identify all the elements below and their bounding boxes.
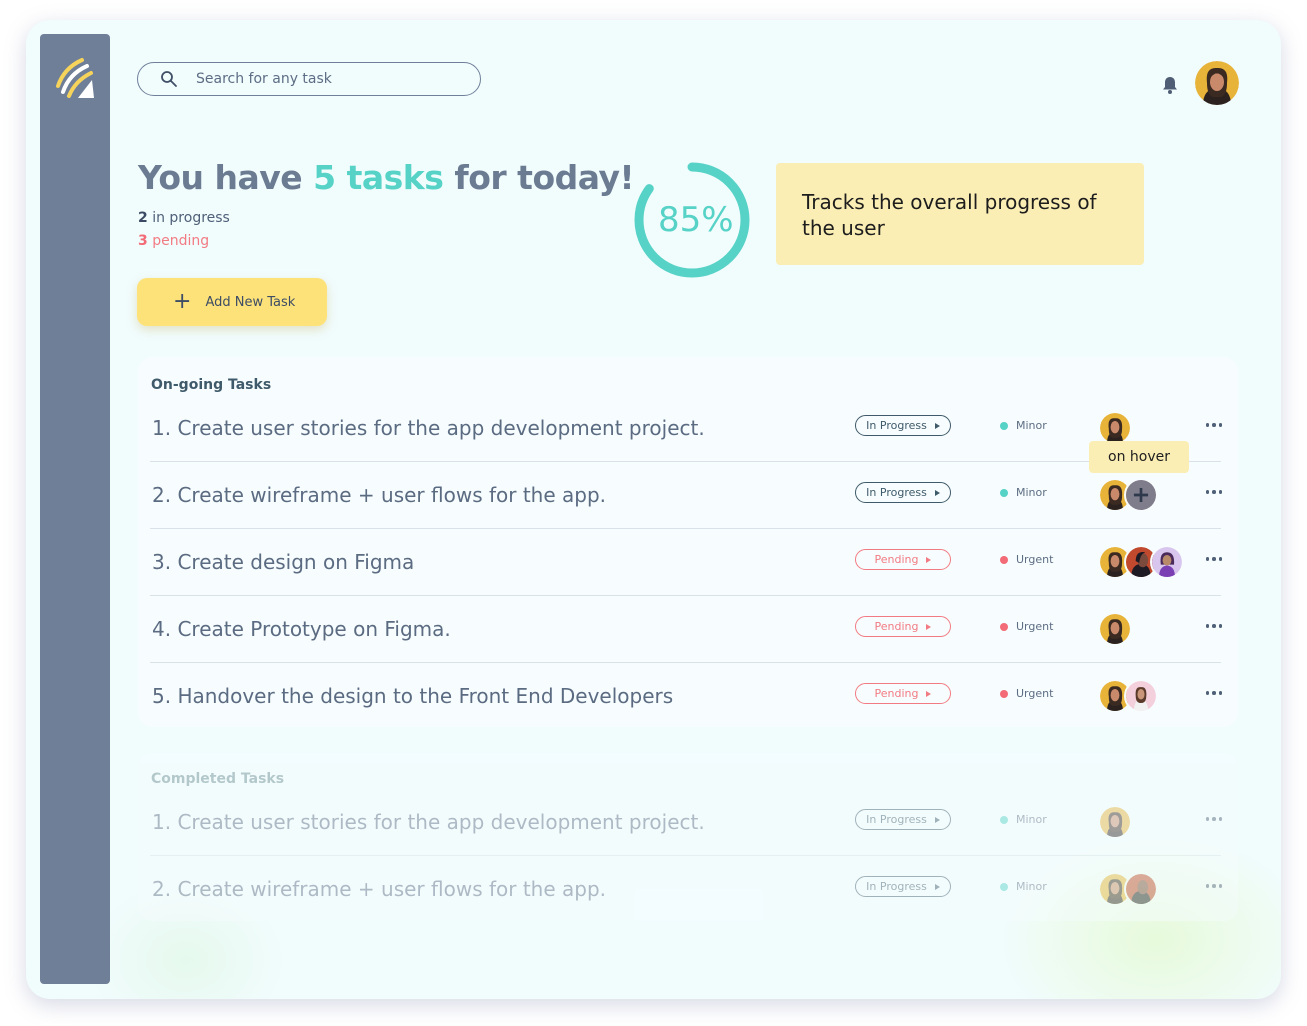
logo-icon[interactable] <box>54 56 96 100</box>
assignee-avatars[interactable] <box>1098 411 1132 445</box>
assignee-avatars[interactable] <box>1098 545 1184 579</box>
completed-tasks-card: Completed Tasks 1. Create user stories f… <box>138 753 1238 921</box>
caret-right-icon <box>926 623 932 630</box>
avatar[interactable] <box>1124 679 1158 713</box>
add-assignee-icon[interactable] <box>1124 478 1158 512</box>
task-count-highlight: 5 tasks <box>313 158 444 197</box>
user-avatar[interactable] <box>1195 61 1239 105</box>
more-dots-icon[interactable] <box>1202 812 1226 826</box>
plus-icon: + <box>173 289 192 314</box>
status-badge[interactable]: Pending <box>855 616 951 637</box>
more-dots-icon[interactable] <box>1202 552 1226 566</box>
ongoing-tasks-card: On-going Tasks 1. Create user stories fo… <box>138 357 1238 727</box>
task-title: 1. Create user stories for the app devel… <box>152 416 705 440</box>
ongoing-tasks-title: On-going Tasks <box>151 377 272 393</box>
assignee-avatars[interactable] <box>1098 478 1158 512</box>
task-row[interactable]: 5. Handover the design to the Front End … <box>150 663 1223 730</box>
bell-icon[interactable] <box>1161 75 1179 95</box>
task-title: 3. Create design on Figma <box>152 550 415 574</box>
task-row[interactable]: 4. Create Prototype on Figma. Pending Ur… <box>150 596 1223 663</box>
priority-label: Minor <box>1000 813 1047 826</box>
avatar[interactable] <box>1098 612 1132 646</box>
priority-label: Urgent <box>1000 620 1053 633</box>
priority-label: Minor <box>1000 486 1047 499</box>
task-title: 1. Create user stories for the app devel… <box>152 810 705 834</box>
status-badge[interactable]: In Progress <box>855 482 951 503</box>
task-title: 2. Create wireframe + user flows for the… <box>152 877 607 901</box>
more-dots-icon[interactable] <box>1202 485 1226 499</box>
hover-tooltip: on hover <box>1089 441 1189 473</box>
status-badge[interactable]: In Progress <box>855 809 951 830</box>
more-dots-icon[interactable] <box>1202 879 1226 893</box>
priority-label: Urgent <box>1000 687 1053 700</box>
task-row[interactable]: 1. Create user stories for the app devel… <box>150 395 1223 462</box>
progress-annotation: Tracks the overall progress of the user <box>776 163 1144 265</box>
task-title: 2. Create wireframe + user flows for the… <box>152 483 607 507</box>
caret-right-icon <box>934 422 940 429</box>
task-row[interactable]: 2. Create wireframe + user flows for the… <box>150 462 1223 529</box>
app-window: You have 5 tasks for today! 2 in progres… <box>26 20 1281 999</box>
progress-value: 85% <box>658 200 734 240</box>
task-row[interactable]: 2. Create wireframe + user flows for the… <box>150 856 1223 923</box>
caret-right-icon <box>934 816 940 823</box>
avatar[interactable] <box>1124 872 1158 906</box>
avatar[interactable] <box>1150 545 1184 579</box>
more-dots-icon[interactable] <box>1202 619 1226 633</box>
completed-tasks-title: Completed Tasks <box>151 771 285 787</box>
caret-right-icon <box>934 883 940 890</box>
search-bar[interactable] <box>137 62 481 96</box>
task-row[interactable]: 1. Create user stories for the app devel… <box>150 789 1223 856</box>
search-icon <box>161 71 177 87</box>
more-dots-icon[interactable] <box>1202 418 1226 432</box>
task-title: 5. Handover the design to the Front End … <box>152 684 674 708</box>
add-new-task-label: Add New Task <box>205 294 296 310</box>
page-title: You have 5 tasks for today! <box>138 158 635 197</box>
avatar[interactable] <box>1098 411 1132 445</box>
assignee-avatars[interactable] <box>1098 612 1132 646</box>
more-dots-icon[interactable] <box>1202 686 1226 700</box>
in-progress-stat: 2 in progress <box>138 210 230 226</box>
caret-right-icon <box>926 556 932 563</box>
assignee-avatars[interactable] <box>1098 679 1158 713</box>
status-badge[interactable]: Pending <box>855 549 951 570</box>
status-badge[interactable]: In Progress <box>855 876 951 897</box>
avatar[interactable] <box>1098 805 1132 839</box>
sidebar <box>40 34 110 984</box>
assignee-avatars[interactable] <box>1098 872 1158 906</box>
pending-stat: 3 pending <box>138 233 210 249</box>
assignee-avatars[interactable] <box>1098 805 1132 839</box>
task-title: 4. Create Prototype on Figma. <box>152 617 451 641</box>
search-input[interactable] <box>196 71 446 87</box>
caret-right-icon <box>926 690 932 697</box>
add-new-task-button[interactable]: + Add New Task <box>137 278 327 326</box>
priority-label: Minor <box>1000 880 1047 893</box>
priority-label: Minor <box>1000 419 1047 432</box>
status-badge[interactable]: In Progress <box>855 415 951 436</box>
status-badge[interactable]: Pending <box>855 683 951 704</box>
task-row[interactable]: 3. Create design on Figma Pending Urgent <box>150 529 1223 596</box>
priority-label: Urgent <box>1000 553 1053 566</box>
caret-right-icon <box>934 489 940 496</box>
